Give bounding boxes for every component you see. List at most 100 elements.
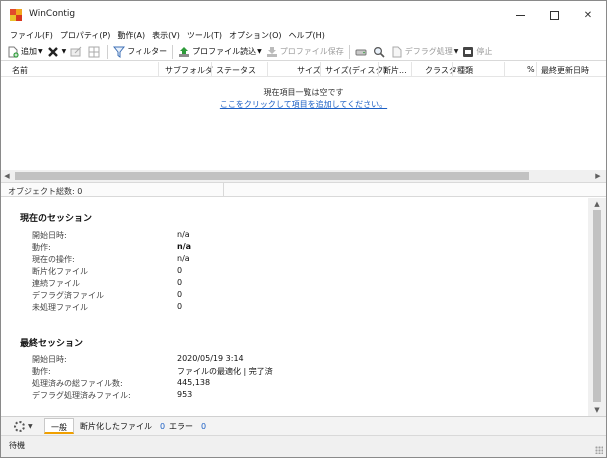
add-items-link[interactable]: ここをクリックして項目を追加してください。 [1,99,606,110]
defragmented-files-label: デフラグ済ファイル [32,291,104,300]
resize-grip-icon[interactable] [595,446,603,454]
defragmented-files-value: 0 [177,290,183,299]
scroll-right-arrow-icon[interactable]: ▶ [592,170,604,182]
errors-count-badge: 0 [201,422,207,431]
add-file-icon [7,46,19,58]
last-start-value: 2020/05/19 3:14 [177,354,244,363]
stop-icon [462,46,474,58]
column-divider[interactable] [320,62,321,77]
menu-help[interactable]: ヘルプ(H) [286,29,328,43]
defrag-processed-value: 953 [177,390,193,399]
column-percent[interactable]: % [527,65,535,74]
current-start-value: n/a [177,230,190,239]
unprocessed-files-value: 0 [177,302,183,311]
toolbar-divider [172,44,174,59]
column-size[interactable]: サイズ [297,65,321,76]
column-divider[interactable] [536,62,537,77]
column-divider[interactable] [452,62,453,77]
column-subfolder[interactable]: サブフォルダ [165,65,213,76]
defrag-processed-label: デフラグ処理済みファイル: [32,391,131,400]
defrag-button[interactable]: デフラグ処理 ▼ [389,44,461,60]
column-divider[interactable] [504,62,505,77]
contiguous-files-value: 0 [177,278,183,287]
profile-load-label: プロファイル読込 [192,47,257,56]
fragmented-files-label: 断片化ファイル [32,267,88,276]
vertical-scrollbar[interactable]: ▲ ▼ [588,198,606,416]
column-type[interactable]: 種類 [457,65,473,76]
contiguous-files-label: 連続ファイル [32,279,80,288]
file-list-header: 名前 サブフォルダ ステータス サイズ サイズ(ディスク) 断片... クラスタ… [1,62,606,77]
scroll-down-arrow-icon[interactable]: ▼ [588,404,606,416]
profile-save-label: プロファイル保存 [279,47,344,56]
app-window: WinContig ✕ ファイル(F) プロパティ(P) 動作(A) 表示(V)… [0,0,607,458]
profile-load-button[interactable]: プロファイル読込 ▼ [176,44,264,60]
tab-general-label: 一般 [51,423,67,432]
horizontal-scroll-thumb[interactable] [15,172,529,180]
column-status[interactable]: ステータス [216,65,256,76]
menu-options[interactable]: オプション(O) [226,29,285,43]
last-start-label: 開始日時: [32,355,67,364]
menu-action[interactable]: 動作(A) [114,29,148,43]
processed-total-value: 445,138 [177,378,211,387]
tab-errors[interactable]: エラー 0 [163,418,212,434]
column-divider[interactable] [158,62,159,77]
drive-icon [355,46,367,58]
column-divider[interactable] [267,62,268,77]
status-bar: 待機 [1,435,606,457]
unprocessed-files-label: 未処理ファイル [32,303,88,312]
tab-errors-label: エラー [169,422,193,431]
settings-dropdown[interactable]: ▼ [14,420,33,433]
profile-load-icon [178,46,190,58]
column-name[interactable]: 名前 [12,65,28,76]
tab-fragmented-files[interactable]: 断片化したファイル 0 [74,418,171,434]
chevron-down-icon: ▼ [38,48,43,55]
search-icon [373,46,385,58]
menu-view[interactable]: 表示(V) [149,29,183,43]
maximize-button[interactable] [537,1,571,29]
grid-icon [88,46,100,58]
add-button[interactable]: 追加 ▼ [5,44,45,60]
current-operation-value: n/a [177,254,190,263]
menu-file[interactable]: ファイル(F) [7,29,56,43]
stop-button[interactable]: 停止 [460,44,494,60]
current-operation-label: 現在の操作: [32,255,75,264]
tab-general[interactable]: 一般 [44,418,74,434]
column-last-modified[interactable]: 最終更新日時 [541,65,589,76]
profile-save-button[interactable]: プロファイル保存 [264,44,346,60]
vertical-scroll-thumb[interactable] [593,210,601,402]
defrag-label: デフラグ処理 [404,47,453,56]
gear-icon [14,421,25,432]
scroll-left-arrow-icon[interactable]: ◀ [1,170,13,182]
remove-x-icon [47,46,59,58]
column-divider[interactable] [211,62,212,77]
menu-tools[interactable]: ツール(T) [184,29,225,43]
analyze-drive-button[interactable] [353,44,371,60]
file-list[interactable]: 現在項目一覧は空です ここをクリックして項目を追加してください。 [1,78,606,170]
chevron-down-icon: ▼ [28,423,33,430]
horizontal-scrollbar[interactable]: ◀ ▶ [1,170,606,182]
filter-icon [113,46,126,58]
fragmented-files-value: 0 [177,266,183,275]
column-fragments[interactable]: 断片... [383,65,407,76]
search-button[interactable] [371,44,389,60]
chevron-down-icon: ▼ [453,48,459,55]
remove-button[interactable]: ▼ [45,44,69,60]
edit-button[interactable] [68,44,86,60]
object-count-bar: オブジェクト総数: 0 [1,182,606,197]
processed-total-label: 処理済みの総ファイル数: [32,379,123,388]
last-session-title: 最終セッション [20,339,84,349]
toolbar-divider [348,44,350,59]
scroll-up-arrow-icon[interactable]: ▲ [588,198,606,210]
empty-list-message: 現在項目一覧は空です [263,88,344,97]
grid-button[interactable] [86,44,104,60]
object-total: オブジェクト総数: 0 [8,187,83,196]
toolbar: 追加 ▼ ▼ フィルター プロファイル読込 ▼ プロファイル保存 デフラグ処理 … [1,43,606,61]
close-button[interactable]: ✕ [571,1,605,29]
menu-properties[interactable]: プロパティ(P) [57,29,114,43]
filter-button[interactable]: フィルター [111,44,169,60]
minimize-button[interactable] [503,1,537,29]
app-logo-icon [10,9,22,21]
column-divider[interactable] [378,62,379,77]
details-panel: 現在のセッション 開始日時: n/a 動作: n/a 現在の操作: n/a 断片… [1,198,594,416]
column-divider[interactable] [411,62,412,77]
